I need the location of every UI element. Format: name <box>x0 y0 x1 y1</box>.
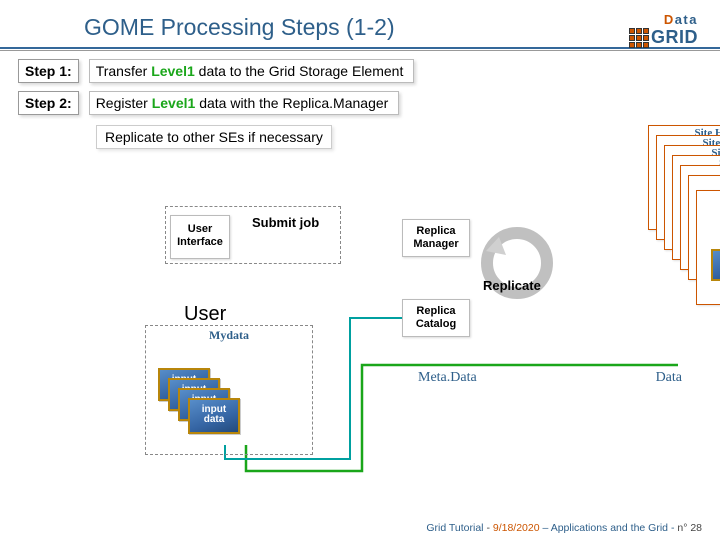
step-2-desc: Register Level1 data with the Replica.Ma… <box>89 91 400 115</box>
mydata-label: Mydata <box>146 326 312 343</box>
replica-manager-box: Replica Manager <box>402 219 470 257</box>
diagram-canvas: Submit job User Interface User Mydata in… <box>0 155 720 495</box>
footer-tutorial: Grid Tutorial <box>426 522 483 534</box>
ce-box: CE <box>711 249 720 281</box>
data-label: Data <box>656 370 682 386</box>
step-2: Step 2: Register Level1 data with the Re… <box>18 91 720 115</box>
site-b: Site B CE SE <box>696 190 720 305</box>
page-title: GOME Processing Steps (1-2) <box>84 14 720 41</box>
step-1-desc: Transfer Level1 data to the Grid Storage… <box>89 59 415 83</box>
user-label: User <box>184 303 226 326</box>
replica-catalog-box: Replica Catalog <box>402 299 470 337</box>
input-data-stack: input input input input data <box>158 368 268 448</box>
metadata-label: Meta.Data <box>418 370 477 386</box>
input-card-front: input data <box>188 398 240 434</box>
replicate-label: Replicate <box>483 278 541 293</box>
site-b-title: Site B <box>697 191 720 209</box>
connector-lines <box>0 155 720 495</box>
divider <box>0 47 720 49</box>
user-interface-box: User Interface <box>170 215 230 259</box>
step-1: Step 1: Transfer Level1 data to the Grid… <box>18 59 720 83</box>
divider <box>0 50 720 51</box>
footer-date: 9/18/2020 <box>493 522 540 534</box>
step-2-label: Step 2: <box>18 91 79 115</box>
submit-job-label: Submit job <box>252 215 319 230</box>
footer-topic: Applications and the Grid <box>551 522 668 534</box>
step-1-label: Step 1: <box>18 59 79 83</box>
footer-page: n° 28 <box>677 522 702 534</box>
footer: Grid Tutorial - 9/18/2020 – Applications… <box>426 522 702 534</box>
replicate-note: Replicate to other SEs if necessary <box>96 125 332 149</box>
